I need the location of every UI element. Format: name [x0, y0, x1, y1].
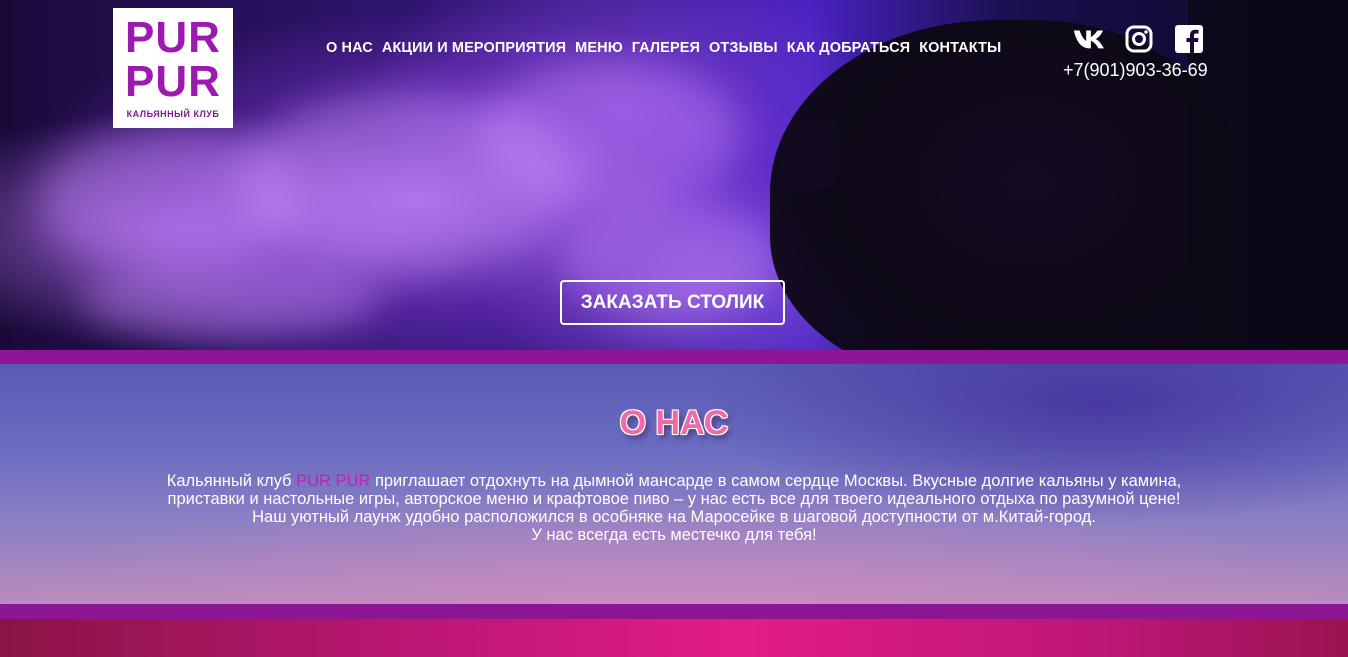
- about-text-prefix: Кальянный клуб: [166, 472, 297, 490]
- smoke-cloud: [480, 60, 740, 210]
- book-table-button[interactable]: ЗАКАЗАТЬ СТОЛИК: [560, 280, 785, 325]
- hero-shadow: [1188, 0, 1348, 350]
- person-silhouette-face: [780, 120, 840, 190]
- about-text-line: приставки и настольные игры, авторское м…: [167, 490, 1181, 508]
- nav-item-gallery[interactable]: ГАЛЕРЕЯ: [632, 40, 700, 58]
- nav-item-directions[interactable]: КАК ДОБРАТЬСЯ: [787, 40, 911, 58]
- divider-stripe: [0, 350, 1348, 364]
- about-text-line: У нас всегда есть местечко для тебя!: [531, 526, 817, 544]
- nav-item-reviews[interactable]: ОТЗЫВЫ: [709, 40, 778, 58]
- divider-stripe: [0, 604, 1348, 619]
- logo[interactable]: PUR PUR КАЛЬЯННЫЙ КЛУБ: [113, 8, 233, 128]
- logo-word-top: PUR: [125, 13, 221, 62]
- about-title: О НАС: [619, 404, 729, 442]
- about-text: Кальянный клуб PUR PUR приглашает отдохн…: [110, 472, 1238, 544]
- about-text-rest: приглашает отдохнуть на дымной мансарде …: [370, 472, 1182, 490]
- logo-word-bottom: PUR: [125, 57, 221, 106]
- facebook-icon[interactable]: [1173, 24, 1205, 54]
- logo-subtitle: КАЛЬЯННЫЙ КЛУБ: [126, 109, 220, 119]
- instagram-icon[interactable]: [1123, 24, 1155, 54]
- phone-number[interactable]: +7(901)903-36-69: [1063, 60, 1208, 81]
- vk-icon[interactable]: [1073, 24, 1105, 54]
- hero-banner: PUR PUR КАЛЬЯННЫЙ КЛУБ О НАС АКЦИИ И МЕР…: [0, 0, 1348, 350]
- nav-item-menu[interactable]: МЕНЮ: [575, 40, 623, 58]
- smoke-cloud: [80, 260, 380, 340]
- next-section-band: [0, 619, 1348, 657]
- main-nav: О НАС АКЦИИ И МЕРОПРИЯТИЯ МЕНЮ ГАЛЕРЕЯ О…: [326, 40, 1001, 58]
- social-links: [1073, 24, 1205, 54]
- brand-name: PUR PUR: [296, 472, 371, 490]
- nav-item-about[interactable]: О НАС: [326, 40, 373, 58]
- about-section: О НАС Кальянный клуб PUR PUR приглашает …: [0, 364, 1348, 604]
- about-text-line: Наш уютный лаунж удобно расположился в о…: [252, 508, 1096, 526]
- about-text-line: Кальянный клуб PUR PUR приглашает отдохн…: [110, 472, 1238, 490]
- nav-item-contacts[interactable]: КОНТАКТЫ: [919, 40, 1001, 58]
- nav-item-promotions[interactable]: АКЦИИ И МЕРОПРИЯТИЯ: [382, 40, 566, 58]
